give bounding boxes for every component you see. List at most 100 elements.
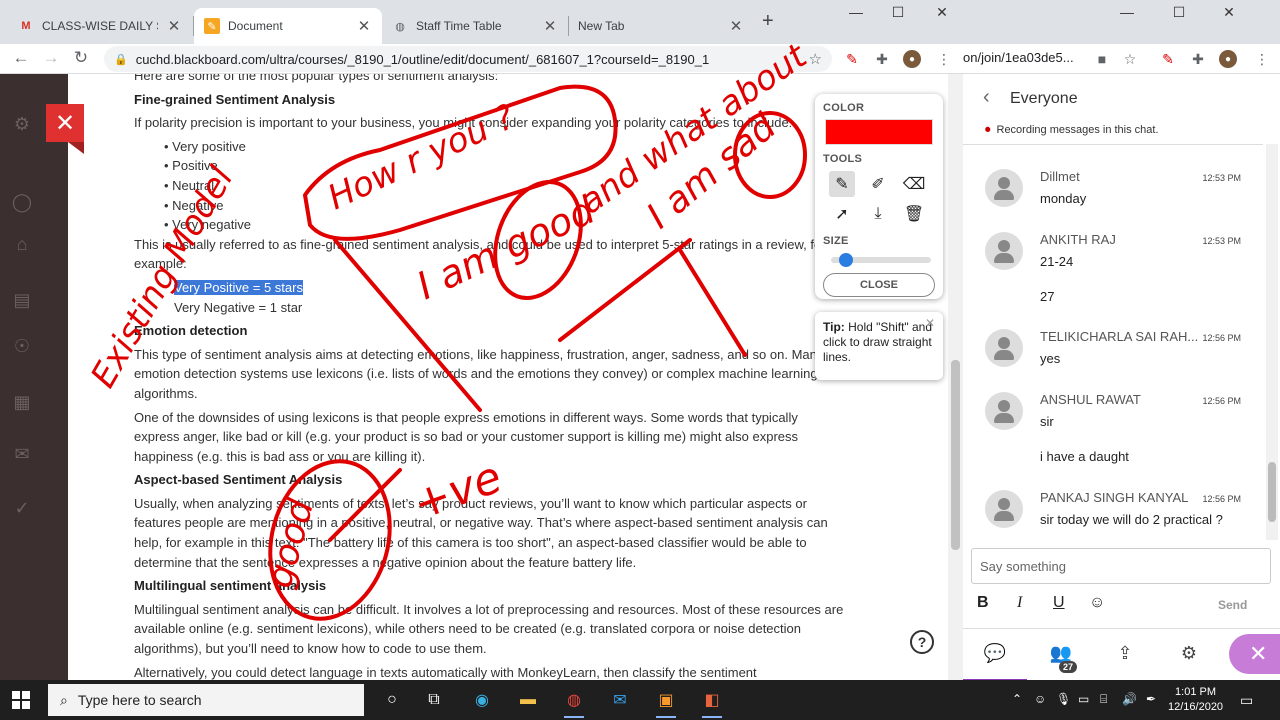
message-time: 12:56 PM [1202, 396, 1241, 406]
tab-close-icon[interactable]: ✕ [166, 17, 182, 35]
paragraph: This is usually referred to as fine-grai… [134, 236, 826, 272]
windows-start-icon[interactable] [12, 691, 30, 709]
heading-multilingual: Multilingual sentiment analysis [134, 578, 327, 594]
people-icon[interactable]: ☺ [1034, 692, 1046, 706]
volume-icon[interactable]: 🔊 [1122, 692, 1137, 706]
minimize-button[interactable]: — [838, 4, 874, 20]
tab-new-tab[interactable]: New Tab ✕ [568, 8, 754, 44]
tab-close-icon[interactable]: ✕ [356, 17, 372, 35]
app-icon[interactable]: ▣ [652, 686, 680, 718]
grades-icon[interactable]: ✓ [10, 498, 34, 522]
chat-messages: Dillmet 12:53 PM monday ANKITH RAJ 12:53… [963, 144, 1263, 540]
italic-button[interactable]: I [1017, 594, 1022, 612]
help-icon[interactable]: ? [910, 630, 934, 654]
sender-name: TELIKICHARLA SAI RAH... [1040, 329, 1199, 344]
extensions-puzzle-icon[interactable]: ✚ [873, 50, 891, 68]
share-content-icon[interactable]: ⇪ [1113, 643, 1137, 667]
calendar-icon[interactable]: ▦ [10, 392, 34, 416]
tray-chevron-icon[interactable]: ⌃ [1012, 692, 1022, 706]
pen-ink-icon[interactable]: ✒ [1146, 692, 1156, 706]
bookmark-star-icon[interactable]: ☆ [1121, 50, 1139, 68]
courses-icon[interactable]: ▤ [10, 290, 34, 314]
underline-button[interactable]: U [1053, 594, 1065, 612]
eraser-tool-icon[interactable]: ⌫ [901, 171, 927, 197]
windows-taskbar: ⌕ Type here to search ○ ⧉ ◉ ▬ ◍ ✉ ▣ ◧ ⌃ … [0, 680, 1280, 720]
mail-icon[interactable]: ✉ [606, 686, 634, 714]
trash-icon[interactable]: 🗑 [901, 201, 927, 227]
tab-gmail[interactable]: M CLASS-WISE DAILY STUD ✕ [8, 8, 192, 44]
close-panel-icon[interactable]: ✕ [1229, 634, 1280, 674]
settings-icon[interactable]: ⚙ [1177, 643, 1201, 667]
minimize-button[interactable]: — [1109, 4, 1145, 20]
address-bar[interactable]: 🔒 cuchd.blackboard.com/ultra/courses/_81… [104, 46, 832, 72]
chat-title: Everyone [1010, 90, 1078, 107]
cursor-tool-icon[interactable]: ➚ [829, 201, 855, 227]
close-tip-icon[interactable]: ✕ [925, 316, 935, 331]
tab-staff-time-table[interactable]: ◍ Staff Time Table ✕ [382, 8, 568, 44]
profile-icon[interactable]: ◯ [10, 192, 34, 216]
send-button[interactable]: Send [1218, 598, 1247, 612]
messages-icon[interactable]: ✉ [10, 444, 34, 468]
document-scrollbar[interactable] [948, 74, 963, 680]
institution-icon[interactable]: ⌂ [10, 234, 34, 258]
reload-icon[interactable]: ↻ [70, 48, 92, 68]
settings-icon[interactable]: ⚙ [10, 114, 34, 138]
groups-icon[interactable]: ☉ [10, 336, 34, 360]
chat-scrollbar[interactable] [1266, 144, 1278, 540]
pen-tool-icon[interactable]: ✎ [829, 171, 855, 197]
camera-icon[interactable]: ■ [1093, 50, 1111, 68]
url-text[interactable]: on/join/1ea03de5... [963, 50, 1074, 65]
globe-icon: ◍ [395, 20, 405, 33]
chrome-icon[interactable]: ◍ [560, 686, 588, 718]
network-icon[interactable]: ⌸ [1100, 692, 1107, 707]
color-swatch[interactable] [825, 119, 933, 145]
file-explorer-icon[interactable]: ▬ [514, 686, 542, 714]
taskbar-search[interactable]: ⌕ Type here to search [48, 684, 364, 716]
user-avatar-icon [985, 232, 1023, 270]
tab-document[interactable]: ✎ Document ✕ [194, 8, 382, 44]
close-panel-button[interactable]: CLOSE [823, 273, 935, 297]
download-icon[interactable]: ⤓ [865, 201, 891, 227]
highlighter-tool-icon[interactable]: ✐ [865, 171, 891, 197]
notifications-icon[interactable]: ▭ [1240, 692, 1253, 709]
slider-knob[interactable] [839, 253, 853, 267]
battery-icon[interactable]: ▭ [1078, 692, 1089, 706]
close-window-button[interactable]: ✕ [1211, 4, 1247, 21]
maximize-button[interactable]: ☐ [1161, 4, 1197, 21]
menu-dots-icon[interactable]: ⋮ [1253, 50, 1271, 68]
tab-close-icon[interactable]: ✕ [728, 17, 744, 35]
task-view-icon[interactable]: ⧉ [420, 686, 448, 714]
profile-avatar-icon[interactable]: ● [1219, 50, 1237, 68]
cortana-icon[interactable]: ○ [378, 686, 406, 714]
back-chevron-icon[interactable]: ‹ [983, 86, 990, 109]
close-window-button[interactable]: ✕ [924, 4, 960, 21]
search-placeholder: Type here to search [77, 692, 202, 708]
emoji-icon[interactable]: ☺ [1089, 594, 1105, 612]
chat-bubble-icon[interactable]: 💬 [963, 643, 1027, 682]
bookmark-star-icon[interactable]: ☆ [809, 50, 822, 68]
edge-icon[interactable]: ◉ [468, 686, 496, 714]
message-text: 27 [1040, 289, 1055, 304]
back-arrow-icon[interactable]: ← [10, 48, 32, 68]
size-slider[interactable] [831, 253, 931, 267]
close-document-button[interactable]: ✕ [46, 104, 84, 154]
new-tab-button[interactable]: + [762, 10, 774, 33]
powerpoint-icon[interactable]: ◧ [698, 686, 726, 718]
profile-avatar-icon[interactable]: ● [903, 50, 921, 68]
extensions-puzzle-icon[interactable]: ✚ [1189, 50, 1207, 68]
bold-button[interactable]: B [977, 594, 989, 612]
heading-aspect: Aspect-based Sentiment Analysis [134, 472, 343, 488]
system-clock[interactable]: 1:01 PM 12/16/2020 [1168, 685, 1223, 715]
pen-extension-icon[interactable]: ✎ [843, 50, 861, 68]
browser-toolbar: ← → ↻ 🔒 cuchd.blackboard.com/ultra/cours… [0, 44, 963, 74]
forward-arrow-icon[interactable]: → [40, 48, 62, 68]
chat-input[interactable]: Say something [971, 548, 1271, 584]
course-nav-rail: ⚙ ◯ ⌂ ▤ ☉ ▦ ✉ ✓ [0, 74, 68, 680]
menu-dots-icon[interactable]: ⋮ [935, 50, 953, 68]
microphone-icon[interactable]: 🎙 [1056, 692, 1071, 706]
message-text: sir today we will do 2 practical ? [1040, 512, 1223, 527]
maximize-button[interactable]: ☐ [880, 4, 916, 21]
tab-close-icon[interactable]: ✕ [542, 17, 558, 35]
paragraph: One of the downsides of using lexicons i… [134, 409, 799, 464]
pen-extension-icon[interactable]: ✎ [1159, 50, 1177, 68]
